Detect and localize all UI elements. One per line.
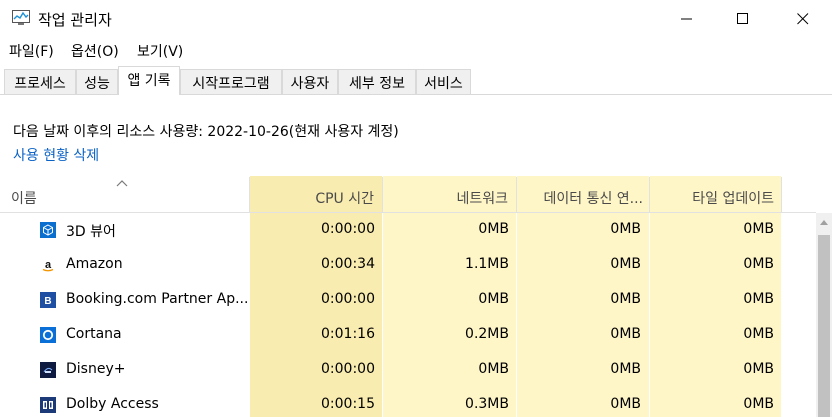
- network-value: 0MB: [478, 291, 509, 307]
- amazon-icon: a: [40, 257, 56, 273]
- tab-processes[interactable]: 프로세스: [4, 69, 76, 94]
- app-name: Amazon: [66, 256, 123, 272]
- column-divider[interactable]: [382, 177, 383, 213]
- app-name: Booking.com Partner Ap...: [66, 291, 249, 307]
- network-value: 1.1MB: [465, 256, 509, 272]
- disney-plus-icon: [40, 362, 56, 378]
- table-row[interactable]: Disney+ 0:00:00 0MB 0MB 0MB: [0, 353, 816, 388]
- tile-updates-value: 0MB: [743, 256, 774, 272]
- metered-network-value: 0MB: [610, 326, 641, 342]
- cpu-time-value: 0:00:00: [321, 361, 375, 377]
- column-divider[interactable]: [649, 177, 650, 213]
- tab-performance[interactable]: 성능: [76, 69, 118, 94]
- tile-updates-value: 0MB: [743, 361, 774, 377]
- table-row[interactable]: Cortana 0:01:16 0.2MB 0MB 0MB: [0, 318, 816, 353]
- delete-usage-link[interactable]: 사용 현황 삭제: [13, 145, 99, 165]
- table-row[interactable]: 3D 뷰어 0:00:00 0MB 0MB 0MB: [0, 213, 816, 248]
- 3d-viewer-icon: [40, 222, 56, 238]
- column-header-cpu-time[interactable]: CPU 시간: [250, 177, 382, 213]
- maximize-icon: [737, 12, 748, 24]
- minimize-icon: [681, 18, 692, 19]
- metered-network-value: 0MB: [610, 221, 641, 237]
- column-header-network[interactable]: 네트워크: [383, 177, 516, 213]
- table-row[interactable]: a Amazon 0:00:34 1.1MB 0MB 0MB: [0, 248, 816, 283]
- maximize-button[interactable]: [720, 0, 766, 37]
- usage-since-text: 다음 날짜 이후의 리소스 사용량: 2022-10-26(현재 사용자 계정): [13, 124, 399, 140]
- minimize-button[interactable]: [664, 0, 710, 37]
- booking-icon: B: [40, 292, 56, 308]
- table-row[interactable]: B Booking.com Partner Ap... 0:00:00 0MB …: [0, 283, 816, 318]
- cortana-icon: [40, 327, 56, 343]
- tab-users[interactable]: 사용자: [282, 69, 338, 94]
- scrollbar-thumb[interactable]: [818, 235, 830, 417]
- metered-network-value: 0MB: [610, 361, 641, 377]
- tab-startup[interactable]: 시작프로그램: [180, 69, 282, 94]
- column-header-tile-updates[interactable]: 타일 업데이트: [650, 177, 781, 213]
- app-name: Dolby Access: [66, 396, 159, 412]
- cpu-time-value: 0:01:16: [321, 326, 375, 342]
- column-header-name[interactable]: 이름: [0, 177, 249, 213]
- metered-network-value: 0MB: [610, 396, 641, 412]
- menu-file[interactable]: 파일(F): [9, 41, 54, 61]
- svg-text:a: a: [45, 259, 52, 271]
- app-name: Cortana: [66, 326, 122, 342]
- tab-services[interactable]: 서비스: [416, 69, 471, 94]
- title-bar: 작업 관리자: [0, 0, 832, 37]
- tile-updates-value: 0MB: [743, 396, 774, 412]
- network-value: 0.3MB: [465, 396, 509, 412]
- vertical-scrollbar[interactable]: [816, 213, 832, 417]
- table-row[interactable]: Dolby Access 0:00:15 0.3MB 0MB 0MB: [0, 388, 816, 417]
- close-button[interactable]: [780, 0, 826, 37]
- window-title: 작업 관리자: [38, 11, 112, 29]
- column-divider[interactable]: [781, 177, 782, 213]
- metered-network-value: 0MB: [610, 256, 641, 272]
- close-icon: [797, 12, 809, 24]
- network-value: 0MB: [478, 221, 509, 237]
- cpu-time-value: 0:00:00: [321, 221, 375, 237]
- column-divider[interactable]: [249, 177, 250, 213]
- dolby-access-icon: [40, 397, 56, 413]
- cpu-time-value: 0:00:00: [321, 291, 375, 307]
- column-divider[interactable]: [516, 177, 517, 213]
- column-header-metered-network[interactable]: 데이터 통신 연...: [517, 177, 649, 213]
- menu-options[interactable]: 옵션(O): [71, 41, 119, 61]
- app-name: 3D 뷰어: [66, 224, 116, 240]
- menu-bar: 파일(F) 옵션(O) 보기(V): [0, 37, 832, 63]
- svg-text:B: B: [44, 296, 51, 307]
- scroll-up-arrow-icon[interactable]: [816, 213, 832, 231]
- network-value: 0.2MB: [465, 326, 509, 342]
- metered-network-value: 0MB: [610, 291, 641, 307]
- tile-updates-value: 0MB: [743, 291, 774, 307]
- network-value: 0MB: [478, 361, 509, 377]
- menu-view[interactable]: 보기(V): [137, 41, 183, 61]
- tab-app-history[interactable]: 앱 기록: [118, 66, 180, 95]
- task-manager-icon: [12, 10, 30, 26]
- tile-updates-value: 0MB: [743, 326, 774, 342]
- tab-details[interactable]: 세부 정보: [338, 69, 416, 94]
- app-name: Disney+: [66, 361, 126, 377]
- cpu-time-value: 0:00:15: [321, 396, 375, 412]
- tile-updates-value: 0MB: [743, 221, 774, 237]
- cpu-time-value: 0:00:34: [321, 256, 375, 272]
